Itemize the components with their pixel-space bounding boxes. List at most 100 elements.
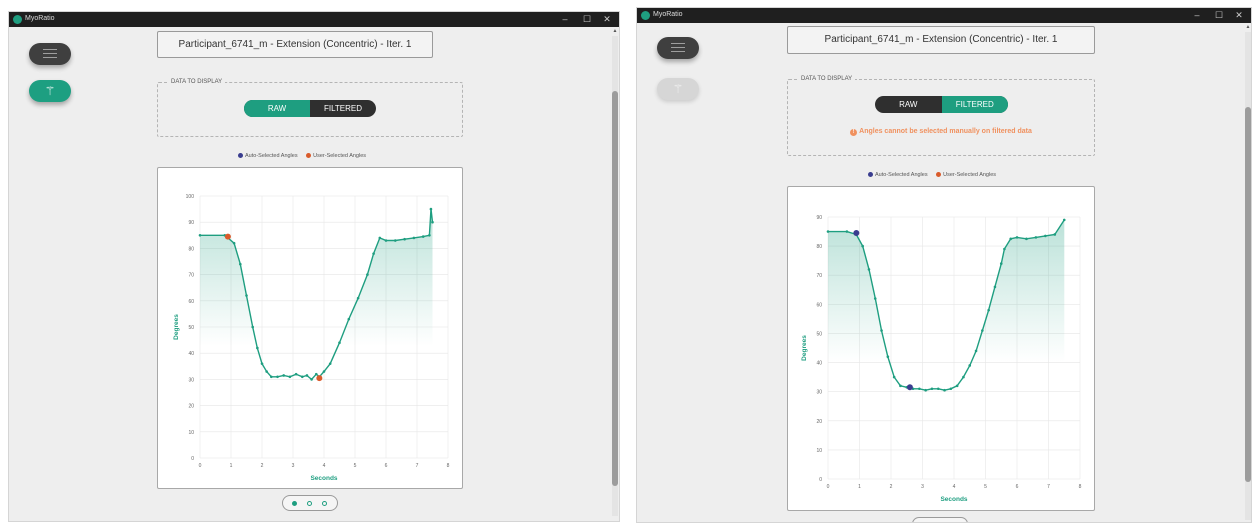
data-point bbox=[431, 220, 434, 224]
x-tick-label: 5 bbox=[984, 484, 987, 490]
scrollbar[interactable] bbox=[1245, 32, 1251, 520]
filtered-toggle-option[interactable]: FILTERED bbox=[310, 100, 376, 117]
y-tick-label: 30 bbox=[188, 377, 194, 383]
page-indicator bbox=[912, 517, 968, 522]
close-button[interactable]: ✕ bbox=[1229, 8, 1249, 23]
data-point bbox=[276, 375, 279, 379]
x-tick-label: 1 bbox=[858, 484, 861, 490]
x-tick-label: 1 bbox=[230, 463, 233, 469]
legend-user-label: User-Selected Angles bbox=[943, 172, 997, 178]
menu-button[interactable] bbox=[29, 43, 71, 65]
page-dot-1[interactable] bbox=[292, 501, 297, 506]
data-toggle: RAW FILTERED bbox=[244, 100, 376, 117]
x-tick-label: 3 bbox=[292, 463, 295, 469]
legend-user-label: User-Selected Angles bbox=[313, 153, 367, 159]
data-point bbox=[366, 273, 369, 276]
user-selected-angle-marker bbox=[224, 233, 231, 240]
legend-auto-swatch bbox=[238, 153, 243, 158]
section-label: DATA TO DISPLAY bbox=[798, 75, 856, 84]
y-tick-label: 80 bbox=[816, 244, 822, 250]
data-point bbox=[356, 296, 360, 300]
x-tick-label: 0 bbox=[199, 463, 202, 469]
page-indicator bbox=[282, 495, 338, 511]
angle-chart-svg[interactable]: 0 10 20 30 40 50 60 70 80 90 0 1 2 3 4 5 6 7 8 Seconds Degre… bbox=[788, 187, 1096, 512]
angle-chart[interactable]: 0 10 20 30 40 50 60 70 80 90 0 1 2 3 4 5 6 7 8 Seconds Degre… bbox=[787, 186, 1095, 511]
x-tick-label: 7 bbox=[416, 463, 419, 469]
x-tick-label: 8 bbox=[1079, 484, 1082, 490]
filtered-toggle-option[interactable]: FILTERED bbox=[941, 96, 1008, 113]
page-title: Participant_6741_m - Extension (Concentr… bbox=[157, 31, 433, 58]
app-window-filtered: MyoRatio – ☐ ✕ ⚚ Participant_6741_m - Ex… bbox=[636, 7, 1252, 523]
data-point bbox=[968, 364, 972, 367]
data-point bbox=[993, 285, 997, 289]
x-tick-label: 5 bbox=[354, 463, 357, 469]
raw-toggle-option[interactable]: RAW bbox=[875, 96, 942, 113]
x-tick-label: 4 bbox=[323, 463, 326, 469]
close-button[interactable]: ✕ bbox=[597, 12, 617, 27]
data-point bbox=[930, 387, 934, 391]
data-point bbox=[892, 375, 896, 379]
data-point bbox=[924, 388, 927, 392]
x-tick-label: 6 bbox=[385, 463, 388, 469]
magic-wand-icon: ⚚ bbox=[672, 82, 684, 96]
data-point bbox=[232, 241, 236, 245]
legend-user: User-Selected Angles bbox=[306, 153, 366, 159]
data-point bbox=[251, 325, 254, 329]
y-tick-label: 80 bbox=[188, 246, 194, 252]
data-point bbox=[372, 252, 375, 255]
scroll-up-arrow-icon[interactable]: ▲ bbox=[1245, 24, 1251, 30]
title-bar: MyoRatio – ☐ ✕ bbox=[637, 8, 1251, 23]
data-point bbox=[1034, 236, 1038, 239]
scrollbar[interactable] bbox=[612, 36, 618, 516]
data-point bbox=[198, 234, 202, 237]
menu-button[interactable] bbox=[657, 37, 699, 59]
data-point bbox=[1009, 237, 1012, 241]
y-tick-label: 40 bbox=[816, 361, 822, 367]
title-bar: MyoRatio – ☐ ✕ bbox=[9, 12, 619, 27]
angle-chart-svg[interactable]: 0 10 20 30 40 50 60 70 80 90 100 0 1 2 3 4 5 6 7 8 Seconds De… bbox=[158, 168, 464, 490]
minimize-button[interactable]: – bbox=[1187, 8, 1207, 23]
app-logo-icon bbox=[641, 11, 650, 20]
scrollbar-thumb[interactable] bbox=[1245, 107, 1251, 482]
auto-select-button[interactable]: ⚚ bbox=[29, 80, 71, 102]
data-point bbox=[974, 349, 978, 353]
data-point bbox=[301, 375, 304, 379]
data-point bbox=[421, 235, 425, 238]
y-tick-label: 70 bbox=[188, 273, 194, 279]
raw-toggle-option[interactable]: RAW bbox=[244, 100, 310, 117]
scrollbar-thumb[interactable] bbox=[612, 91, 618, 486]
user-selected-angle-marker bbox=[316, 375, 323, 382]
angle-chart[interactable]: 0 10 20 30 40 50 60 70 80 90 100 0 1 2 3 4 5 6 7 8 Seconds De… bbox=[157, 167, 463, 489]
data-point bbox=[962, 375, 965, 379]
data-point bbox=[412, 236, 416, 240]
y-axis-label: Degrees bbox=[173, 314, 180, 340]
data-point bbox=[270, 375, 273, 379]
scroll-up-arrow-icon[interactable]: ▲ bbox=[612, 28, 618, 34]
maximize-button[interactable]: ☐ bbox=[1209, 8, 1229, 23]
legend-user-swatch bbox=[936, 172, 942, 177]
y-tick-label: 30 bbox=[816, 390, 822, 396]
page-dot-3[interactable] bbox=[322, 501, 327, 506]
maximize-button[interactable]: ☐ bbox=[577, 12, 597, 27]
data-point bbox=[943, 388, 946, 392]
warning-text: Angles cannot be selected manually on fi… bbox=[859, 128, 1032, 135]
data-point bbox=[955, 384, 959, 388]
series-area bbox=[828, 219, 1065, 479]
x-tick-label: 6 bbox=[1016, 484, 1019, 490]
section-label: DATA TO DISPLAY bbox=[168, 78, 226, 87]
data-point bbox=[294, 372, 298, 376]
data-point bbox=[936, 387, 940, 391]
data-point bbox=[245, 294, 248, 297]
legend-auto-label: Auto-Selected Angles bbox=[875, 172, 928, 178]
x-tick-label: 8 bbox=[447, 463, 450, 469]
data-point bbox=[1062, 218, 1066, 222]
data-point bbox=[1044, 234, 1047, 238]
magic-wand-icon: ⚚ bbox=[44, 84, 56, 98]
data-display-section: DATA TO DISPLAY RAW FILTERED ! Angles can… bbox=[787, 75, 1095, 156]
minimize-button[interactable]: – bbox=[555, 12, 575, 27]
filter-warning: ! Angles cannot be selected manually on f… bbox=[788, 128, 1094, 136]
legend-auto-swatch bbox=[868, 172, 873, 177]
data-point bbox=[338, 341, 341, 345]
y-tick-label: 50 bbox=[816, 331, 822, 337]
page-dot-2[interactable] bbox=[307, 501, 312, 506]
